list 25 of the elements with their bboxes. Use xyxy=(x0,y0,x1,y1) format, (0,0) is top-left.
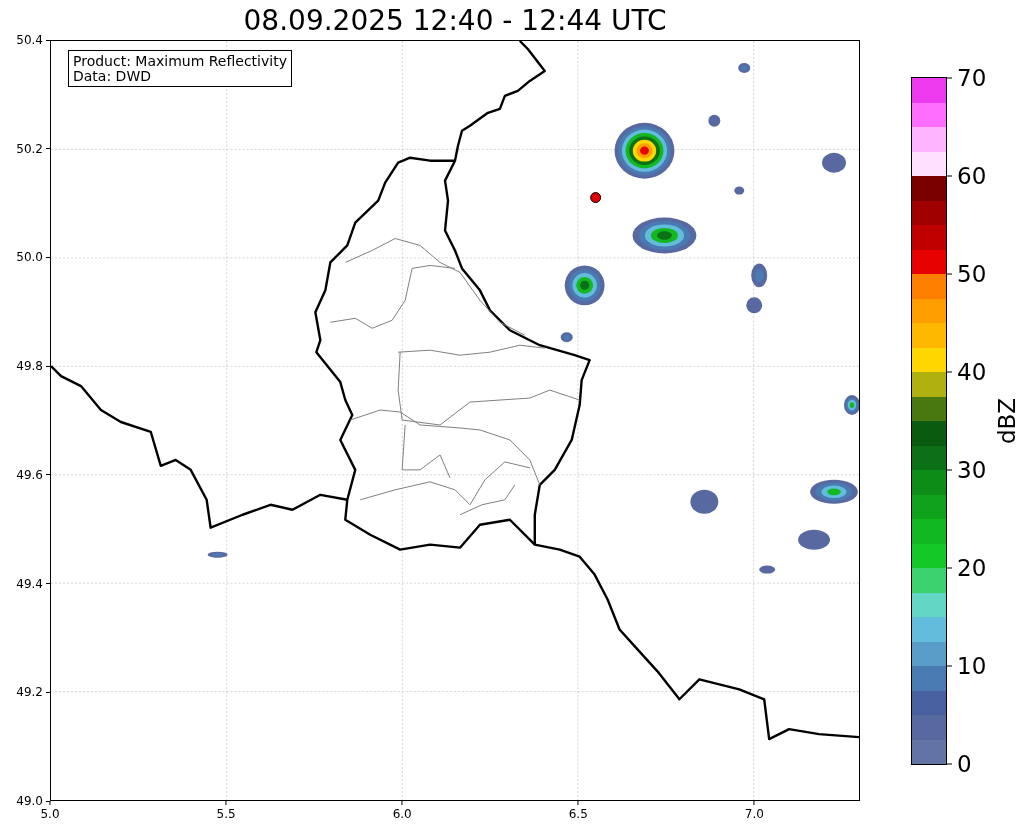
scale-tick-label: 60 xyxy=(957,164,987,188)
scale-tick-label: 30 xyxy=(957,458,987,482)
scale-tick-label: 40 xyxy=(957,360,987,384)
axis-tick-label: 7.0 xyxy=(744,808,764,820)
axis-tick-label: 50.0 xyxy=(16,251,43,264)
scale-tick-label: 20 xyxy=(957,556,987,580)
scale-title: dBZ xyxy=(994,397,1020,445)
axis-tick-label: 49.6 xyxy=(16,468,43,481)
info-text: Data: DWD xyxy=(73,68,152,84)
axis-tick-label: 49.2 xyxy=(16,686,43,699)
scale-tick-label: 10 xyxy=(957,654,987,678)
axis-tick-label: 5.0 xyxy=(40,808,60,820)
axis-tick-label: 50.4 xyxy=(16,34,43,46)
axis-tick-label: 50.2 xyxy=(16,142,43,155)
scale-tick-label: 50 xyxy=(957,262,987,286)
axis-tick-label: 6.0 xyxy=(392,808,412,820)
axis-tick-label: 49.0 xyxy=(16,795,43,807)
axis-tick-label: 49.4 xyxy=(16,577,43,590)
scale-tick-label: 70 xyxy=(957,66,987,90)
axis-tick-label: 5.5 xyxy=(216,808,236,820)
scale-tick-label: 0 xyxy=(957,752,972,776)
chart-title: 08.09.2025 12:40 - 12:44 UTC xyxy=(243,3,667,37)
axis-tick-label: 6.5 xyxy=(568,808,588,820)
info-text: Product: Maximum Reflectivity xyxy=(73,54,287,69)
axis-tick-label: 49.8 xyxy=(16,360,43,373)
